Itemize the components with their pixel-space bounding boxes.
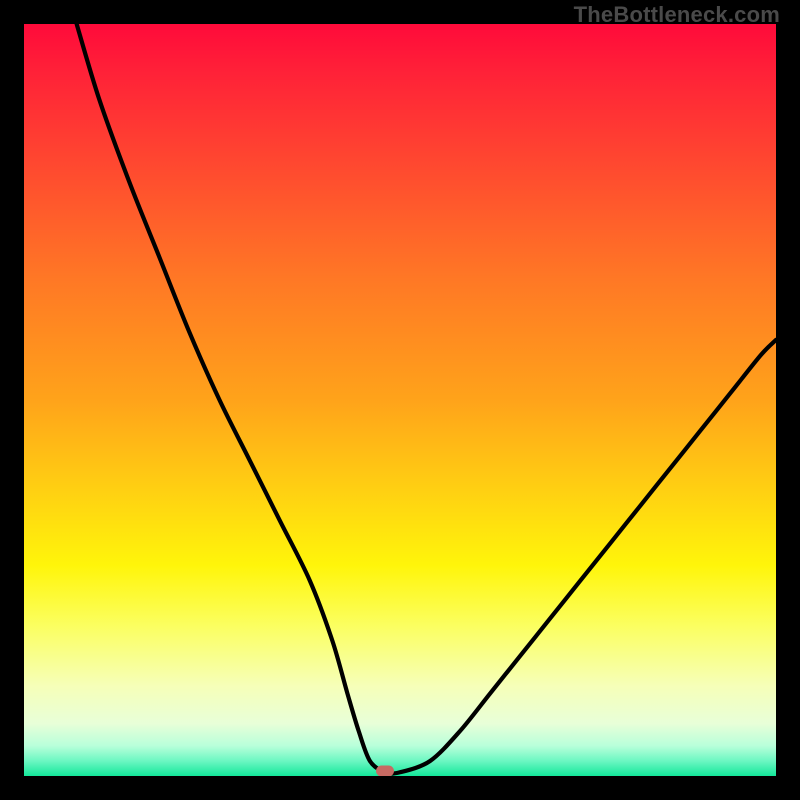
bottleneck-curve (24, 24, 776, 776)
chart-frame: TheBottleneck.com (0, 0, 800, 800)
watermark-text: TheBottleneck.com (574, 2, 780, 28)
plot-area (24, 24, 776, 776)
optimum-marker (376, 765, 394, 776)
